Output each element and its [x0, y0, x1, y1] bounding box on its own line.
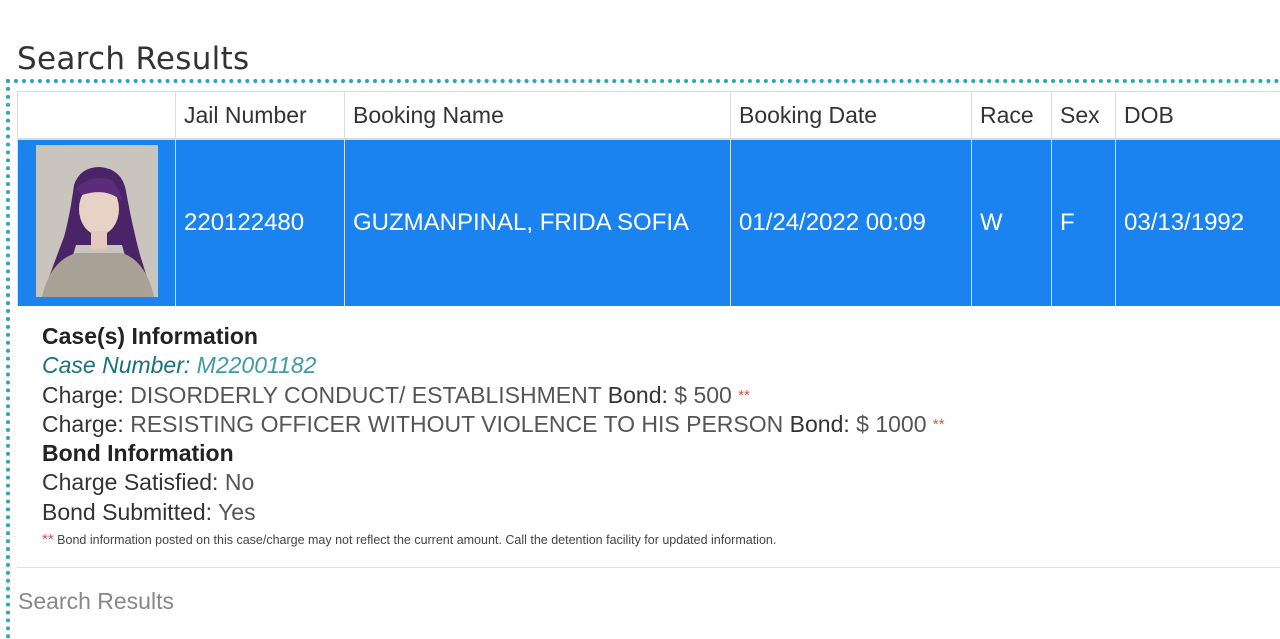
bond-submitted-label: Bond Submitted: — [42, 499, 212, 525]
section-divider — [17, 567, 1280, 568]
case-info-heading: Case(s) Information — [42, 322, 1262, 351]
cell-jail-number[interactable]: 220122480 — [176, 139, 345, 306]
charge-text: DISORDERLY CONDUCT/ ESTABLISHMENT — [130, 382, 601, 408]
charge-label: Charge: — [42, 411, 124, 437]
bond-submitted-line: Bond Submitted: Yes — [42, 498, 1262, 527]
header-photo — [18, 92, 176, 140]
charge-line: Charge: DISORDERLY CONDUCT/ ESTABLISHMEN… — [42, 381, 1262, 410]
bond-info-heading: Bond Information — [42, 439, 1262, 468]
dotted-border-top — [6, 79, 1280, 83]
bond-amount: $ 1000 — [856, 411, 926, 437]
header-dob[interactable]: DOB — [1116, 92, 1280, 140]
cell-booking-date[interactable]: 01/24/2022 00:09 — [731, 139, 972, 306]
bond-submitted-value: Yes — [218, 499, 256, 525]
charge-text: RESISTING OFFICER WITHOUT VIOLENCE TO HI… — [130, 411, 783, 437]
cell-race[interactable]: W — [972, 139, 1052, 306]
charge-label: Charge: — [42, 382, 124, 408]
header-race[interactable]: Race — [972, 92, 1052, 140]
cell-booking-name[interactable]: GUZMANPINAL, FRIDA SOFIA — [345, 139, 731, 306]
table-header-row: Jail Number Booking Name Booking Date Ra… — [18, 92, 1280, 140]
header-booking-name[interactable]: Booking Name — [345, 92, 731, 140]
header-booking-date[interactable]: Booking Date — [731, 92, 972, 140]
page-title: Search Results — [17, 41, 250, 77]
charge-line: Charge: RESISTING OFFICER WITHOUT VIOLEN… — [42, 410, 1262, 439]
dotted-border-left — [6, 79, 10, 639]
bond-marker: ** — [933, 416, 945, 433]
bond-footnote: ** Bond information posted on this case/… — [42, 531, 776, 548]
search-results-footer-label: Search Results — [18, 588, 174, 615]
case-number-label: Case Number: — [42, 352, 190, 378]
results-table: Jail Number Booking Name Booking Date Ra… — [17, 91, 1280, 306]
bond-marker: ** — [738, 387, 750, 404]
header-jail-number[interactable]: Jail Number — [176, 92, 345, 140]
cell-dob[interactable]: 03/13/1992 — [1116, 139, 1280, 306]
case-number-line: Case Number: M22001182 — [42, 351, 1262, 380]
case-number-value: M22001182 — [197, 352, 317, 378]
footnote-text: Bond information posted on this case/cha… — [57, 533, 776, 547]
cell-sex[interactable]: F — [1052, 139, 1116, 306]
bond-label: Bond: — [608, 382, 668, 408]
footnote-marker: ** — [42, 531, 54, 548]
mugshot-photo[interactable] — [36, 145, 158, 297]
header-sex[interactable]: Sex — [1052, 92, 1116, 140]
charge-satisfied-value: No — [225, 469, 254, 495]
charge-satisfied-line: Charge Satisfied: No — [42, 468, 1262, 497]
bond-amount: $ 500 — [674, 382, 732, 408]
charge-satisfied-label: Charge Satisfied: — [42, 469, 218, 495]
case-details: Case(s) Information Case Number: M220011… — [42, 322, 1262, 527]
photo-cell[interactable] — [18, 139, 176, 306]
table-row[interactable]: 220122480 GUZMANPINAL, FRIDA SOFIA 01/24… — [18, 139, 1280, 306]
bond-label: Bond: — [790, 411, 850, 437]
